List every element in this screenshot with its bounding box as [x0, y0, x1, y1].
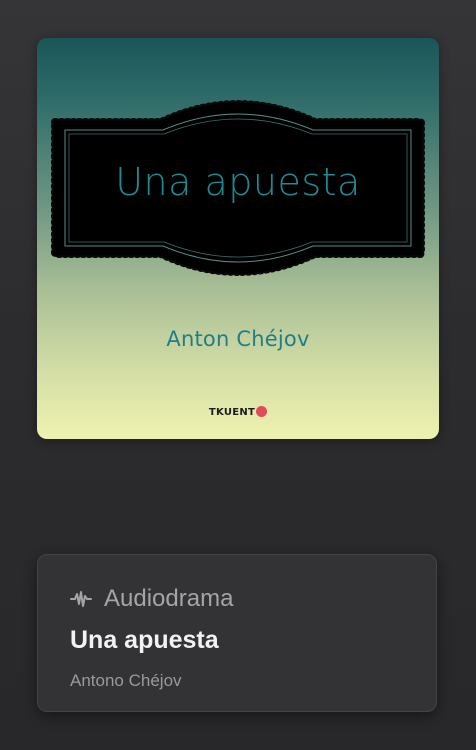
- book-cover[interactable]: Una apuesta Anton Chéjov TKUENT: [37, 38, 439, 439]
- cover-ornament-frame: [51, 100, 425, 276]
- publisher-logo: TKUENT: [37, 406, 439, 418]
- cover-title: Una apuesta: [115, 160, 361, 204]
- publisher-name: TKUENT: [208, 407, 256, 418]
- publisher-badge: [256, 406, 268, 417]
- cover-author: Anton Chéjov: [166, 327, 310, 351]
- track-info-card[interactable]: Audiodrama Una apuesta Antono Chéjov: [37, 554, 437, 712]
- track-author: Antono Chéjov: [70, 671, 182, 690]
- content-type-label: Audiodrama: [104, 585, 234, 612]
- content-type: Audiodrama: [70, 585, 233, 613]
- audio-wave-icon: [70, 588, 92, 610]
- track-title: Una apuesta: [70, 626, 219, 654]
